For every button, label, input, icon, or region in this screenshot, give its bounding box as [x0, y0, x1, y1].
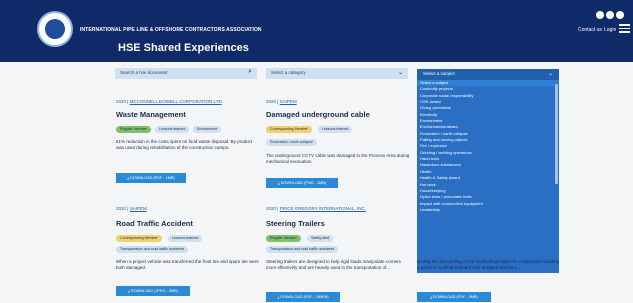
category-select[interactable]: Select a category ⌄ [266, 68, 408, 79]
subject-tag: Transportation and road traffic accident… [266, 246, 339, 253]
dropdown-scrollbar[interactable] [555, 84, 558, 184]
member-tag: Regular Member [266, 235, 301, 242]
card-description: Steering trailers are designed to help r… [266, 259, 401, 270]
card-year: 2020 [266, 206, 277, 211]
member-tag: Regular Member [116, 126, 151, 133]
type-tag: Lessons learned [168, 235, 203, 242]
card-company-link[interactable]: PRICE GREGORY INTERNATIONAL, INC. [280, 206, 366, 211]
top-navbar: INTERNATIONAL PIPE LINE & OFFSHORE CONTR… [0, 0, 633, 62]
card-meta: 2020 | MCCONNELL DOWELL CORPORATION LTD [116, 99, 222, 104]
download-label: DOWNLOAD (PDF - 165KB) [280, 295, 329, 299]
ipica-logo[interactable] [37, 11, 73, 47]
download-label: DOWNLOAD (PDF - 5MB) [433, 295, 478, 299]
type-tag: Lessons learned [155, 126, 190, 133]
download-button[interactable]: ⤓ DOWNLOAD (PDF - 1MB) [116, 173, 186, 183]
subject-tag: Environment [193, 126, 222, 133]
card-description: When a project vehicle was transferred t… [116, 259, 259, 270]
card-title[interactable]: Waste Management [116, 110, 186, 119]
card-company-link[interactable]: SAIPEM [280, 99, 297, 104]
card-description: 51% reduction in the costs spent on food… [116, 139, 253, 150]
member-tag: Corresponding Member [116, 235, 162, 242]
dropdown-option[interactable]: Leadership [417, 207, 559, 213]
card-company-link[interactable]: SAIPEM [130, 206, 147, 211]
globe-icon [45, 19, 65, 39]
type-tag: Safety alert [307, 235, 334, 242]
card-description: During the dismantling of the scaffoldin… [417, 259, 559, 270]
chevron-down-icon: ⌄ [547, 71, 553, 77]
card-title[interactable]: Damaged underground cable [266, 110, 370, 119]
login-link[interactable]: Login [604, 27, 616, 33]
twitter-icon[interactable] [606, 11, 614, 19]
subject-placeholder: Select a subject [423, 71, 455, 76]
search-input[interactable]: Search a hse document ⌕ [115, 68, 257, 79]
youtube-icon[interactable] [616, 11, 624, 19]
subject-dropdown-list[interactable]: Select a subject Continuity projects Cor… [417, 80, 559, 273]
download-button[interactable]: ⤓ DOWNLOAD (JPEG - 2MB) [116, 286, 190, 296]
card-year: 2020 [116, 206, 127, 211]
card-description: The underground CCTV cable was damaged i… [266, 153, 410, 164]
download-label: DOWNLOAD (PDF - 1MB) [130, 176, 175, 180]
menu-icon[interactable] [619, 24, 630, 33]
page-title: HSE Shared Experiences [118, 42, 249, 54]
org-name[interactable]: INTERNATIONAL PIPE LINE & OFFSHORE CONTR… [80, 27, 262, 33]
download-label: DOWNLOAD (PNG - 1MB) [280, 181, 327, 185]
subject-tag: Transportation and road traffic accident… [116, 246, 189, 253]
card-meta: 2020 | SAIPEM [266, 99, 297, 104]
download-button[interactable]: ⤓ DOWNLOAD (PDF - 5MB) [417, 292, 491, 302]
member-tag: Corresponding Member [266, 126, 312, 133]
download-button[interactable]: ⤓ DOWNLOAD (PNG - 1MB) [266, 178, 338, 188]
contact-link[interactable]: Contact us [578, 27, 602, 33]
linkedin-icon[interactable] [596, 11, 604, 19]
card-year: 2020 [116, 99, 127, 104]
card-year: 2020 [266, 99, 277, 104]
search-icon[interactable]: ⌕ [248, 68, 252, 76]
card-title[interactable]: Steering Trailers [266, 219, 325, 228]
subject-tag: Excavation / earth collapse [266, 139, 317, 146]
download-label: DOWNLOAD (JPEG - 2MB) [130, 289, 178, 293]
card-meta: 2020 | PRICE GREGORY INTERNATIONAL, INC. [266, 206, 366, 211]
type-tag: Lessons learned [318, 126, 353, 133]
category-placeholder: Select a category [271, 70, 306, 75]
download-button[interactable]: ⤓ DOWNLOAD (PDF - 165KB) [266, 292, 340, 302]
card-meta: 2020 | SAIPEM [116, 206, 147, 211]
search-placeholder: Search a hse document [120, 70, 168, 75]
card-title[interactable]: Road Traffic Accident [116, 219, 193, 228]
card-company-link[interactable]: MCCONNELL DOWELL CORPORATION LTD [130, 99, 222, 104]
chevron-down-icon: ⌄ [397, 70, 403, 76]
subject-select[interactable]: Select a subject ⌄ [417, 69, 559, 80]
